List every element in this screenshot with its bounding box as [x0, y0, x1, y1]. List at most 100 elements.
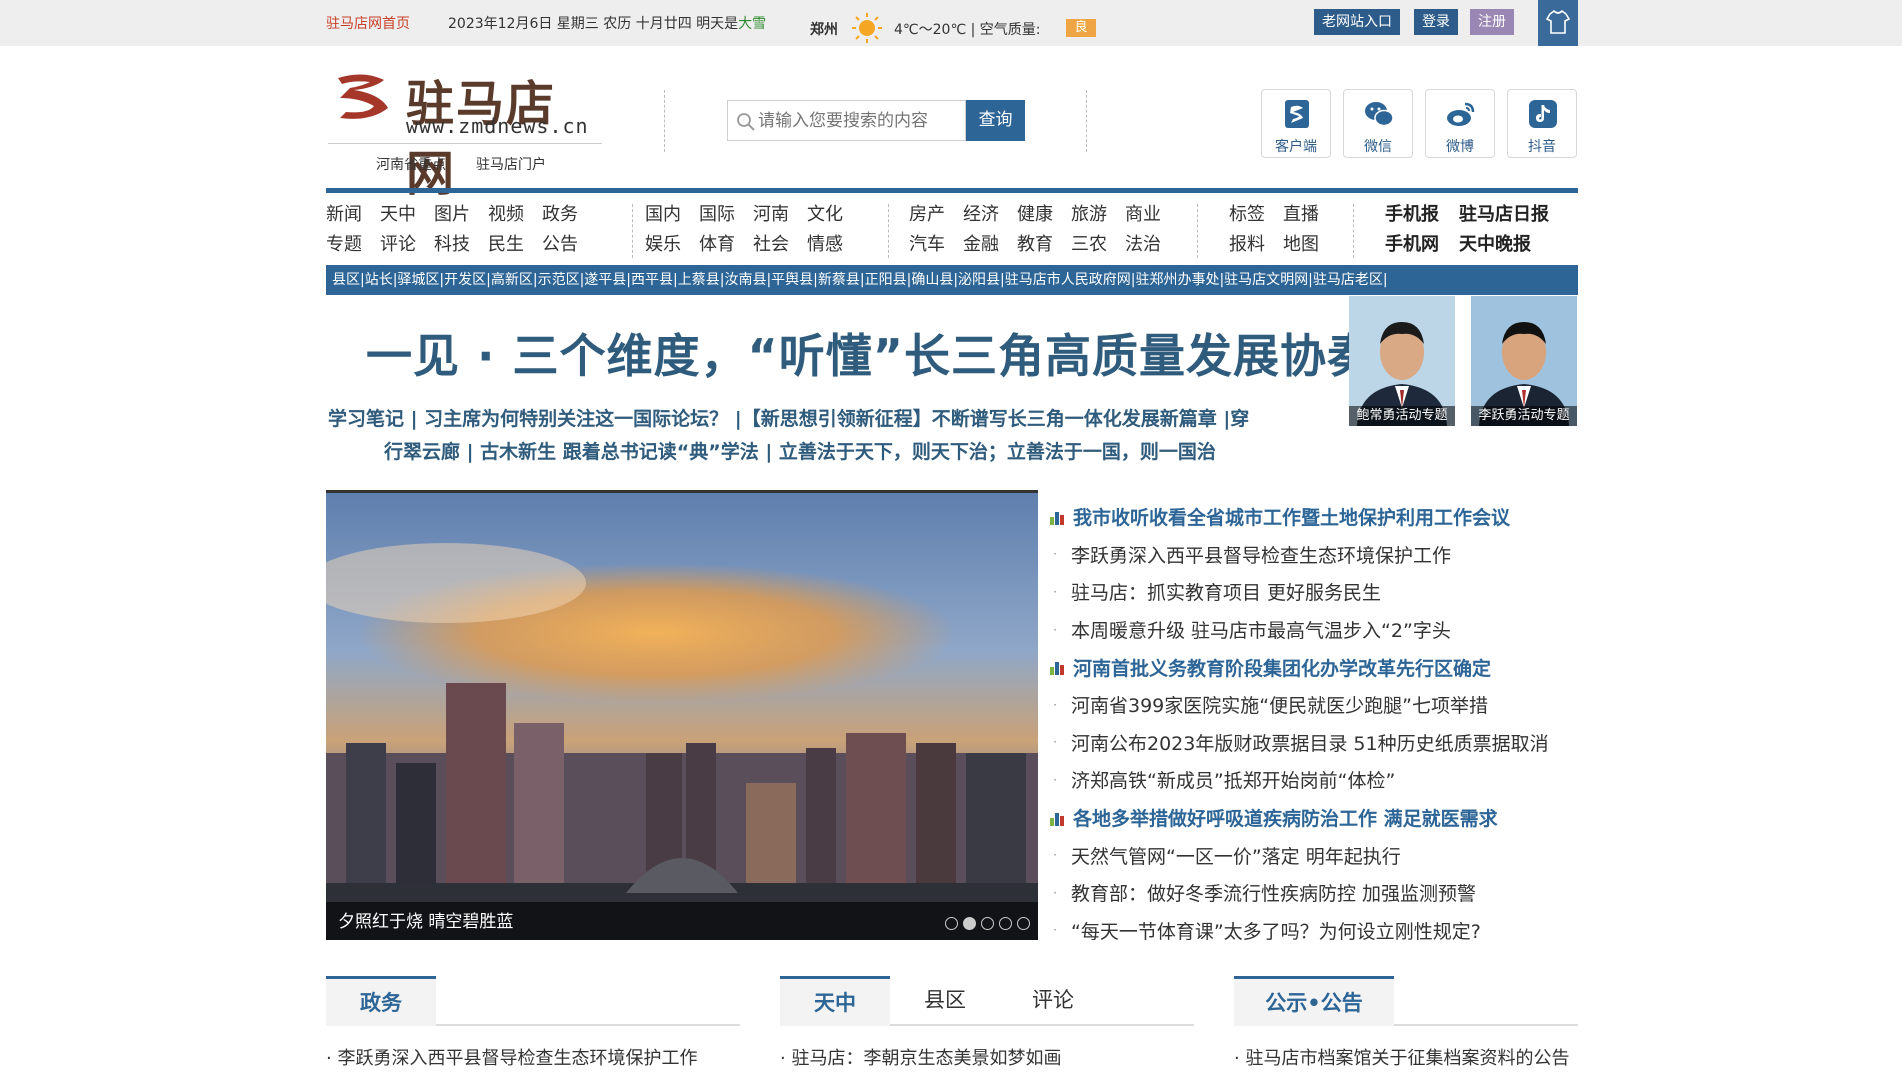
news-title: 各地多举措做好呼吸道疾病防治工作 满足就医需求	[1073, 808, 1498, 831]
nav-item[interactable]: 直播	[1283, 200, 1319, 230]
tab-politics[interactable]: 政务	[326, 976, 436, 1026]
nav-item[interactable]: 商业	[1125, 200, 1161, 230]
nav-item[interactable]: 国际	[699, 200, 735, 230]
nav-item[interactable]: 房产	[909, 200, 945, 230]
date-value: 2023年12月6日 星期三 农历 十月廿四 明天是	[448, 16, 739, 32]
slogan-2: 驻马店门户	[476, 157, 546, 173]
nav-row: 报料 地图	[1229, 230, 1337, 260]
carousel-dot[interactable]	[981, 917, 994, 930]
login-button[interactable]: 登录	[1414, 9, 1458, 35]
slide-caption: 夕照红于烧 晴空碧胜蓝	[338, 912, 514, 932]
nav-row: 手机报 驻马店日报	[1385, 200, 1569, 230]
nav-item[interactable]: 旅游	[1071, 200, 1107, 230]
carousel-dot-active[interactable]	[963, 917, 976, 930]
nav-item[interactable]: 民生	[488, 230, 524, 260]
nav-item[interactable]: 天中	[380, 200, 416, 230]
search-input[interactable]	[758, 109, 958, 133]
home-link[interactable]: 驻马店网首页	[326, 13, 410, 33]
list-item[interactable]: · 驻马店：李朝京生态美景如梦如画	[780, 1044, 1061, 1070]
tab-county[interactable]: 县区	[890, 976, 1000, 1026]
client-app-button[interactable]: 客户端	[1261, 89, 1331, 158]
tab-comment[interactable]: 评论	[998, 976, 1108, 1026]
headline-sub-2[interactable]: 行翠云廊 | 古木新生 跟着总书记读“典”学法 | 立善法于天下，则天下治；立善…	[384, 437, 1216, 464]
nav-item[interactable]: 标签	[1229, 200, 1265, 230]
nav-item[interactable]: 评论	[380, 230, 416, 260]
nav-item[interactable]: 体育	[699, 230, 735, 260]
news-lead-item[interactable]: 我市收听收看全省城市工作暨土地保护利用工作会议	[1049, 498, 1579, 536]
news-title: 本周暖意升级 驻马店市最高气温步入“2”字头	[1071, 620, 1451, 643]
news-item[interactable]: · 教育部：做好冬季流行性疾病防控 加强监测预警	[1049, 874, 1579, 912]
nav-item[interactable]: 三农	[1071, 230, 1107, 260]
bullet-icon: ·	[1053, 622, 1057, 637]
tab-tianzhong[interactable]: 天中	[780, 976, 890, 1026]
nav-item[interactable]: 驻马店日报	[1459, 200, 1549, 230]
nav-group-4: 标签 直播 报料 地图	[1229, 200, 1337, 260]
photo-carousel[interactable]: 夕照红于烧 晴空碧胜蓝	[326, 490, 1038, 940]
nav-item[interactable]: 新闻	[326, 200, 362, 230]
bar-chart-icon	[1050, 812, 1064, 826]
tab-notice[interactable]: 公示•公告	[1234, 976, 1394, 1026]
site-logo[interactable]: 驻马店网 www.zmdnews.cn	[328, 62, 602, 202]
headline-title[interactable]: 一见 · 三个维度，“听懂”长三角高质量发展协奏曲	[366, 320, 1421, 386]
register-button[interactable]: 注册	[1470, 9, 1514, 35]
nav-item[interactable]: 手机网	[1385, 230, 1439, 260]
nav-item[interactable]: 社会	[753, 230, 789, 260]
nav-row: 汽车 金融 教育 三农 法治	[909, 230, 1179, 260]
news-item[interactable]: · 李跃勇深入西平县督导检查生态环境保护工作	[1049, 536, 1579, 574]
nav-item[interactable]: 文化	[807, 200, 843, 230]
nav-item[interactable]: 国内	[645, 200, 681, 230]
nav-item[interactable]: 政务	[542, 200, 578, 230]
carousel-dot[interactable]	[1017, 917, 1030, 930]
nav-item[interactable]: 手机报	[1385, 200, 1439, 230]
nav-item[interactable]: 汽车	[909, 230, 945, 260]
headline-sub-1[interactable]: 学习笔记 | 习主席为何特别关注这一国际论坛？ |【新思想引领新征程】不断谱写长…	[328, 404, 1249, 431]
carousel-dot[interactable]	[999, 917, 1012, 930]
nav-item[interactable]: 娱乐	[645, 230, 681, 260]
nav-item[interactable]: 图片	[434, 200, 470, 230]
news-title: 河南首批义务教育阶段集团化办学改革先行区确定	[1073, 657, 1492, 680]
nav-item[interactable]: 法治	[1125, 230, 1161, 260]
carousel-dots	[940, 917, 1030, 930]
leader-photo-1[interactable]: 鲍常勇活动专题	[1349, 296, 1455, 426]
shirt-icon	[1545, 9, 1571, 34]
news-item[interactable]: · “每天一节体育课”太多了吗？为何设立刚性规定?	[1049, 912, 1579, 950]
old-site-button[interactable]: 老网站入口	[1314, 9, 1400, 35]
nav-item[interactable]: 健康	[1017, 200, 1053, 230]
news-item[interactable]: · 河南省399家医院实施“便民就医少跑腿”七项举措	[1049, 686, 1579, 724]
skin-button[interactable]	[1538, 0, 1578, 46]
list-item[interactable]: · 驻马店市档案馆关于征集档案资料的公告	[1234, 1044, 1569, 1070]
nav-item[interactable]: 科技	[434, 230, 470, 260]
wechat-button[interactable]: 微信	[1343, 89, 1413, 158]
nav-item[interactable]: 公告	[542, 230, 578, 260]
news-item[interactable]: · 济郑高铁“新成员”抵郑开始岗前“体检”	[1049, 761, 1579, 799]
county-links[interactable]: 县区|站长|驿城区|开发区|高新区|示范区|遂平县|西平县|上蔡县|汝南县|平舆…	[332, 272, 1388, 288]
nav-item[interactable]: 教育	[1017, 230, 1053, 260]
news-lead-item[interactable]: 各地多举措做好呼吸道疾病防治工作 满足就医需求	[1049, 799, 1579, 837]
news-item[interactable]: · 驻马店：抓实教育项目 更好服务民生	[1049, 573, 1579, 611]
weibo-icon	[1447, 102, 1475, 126]
carousel-dot[interactable]	[945, 917, 958, 930]
nav-item[interactable]: 经济	[963, 200, 999, 230]
news-item[interactable]: · 河南公布2023年版财政票据目录 51种历史纸质票据取消	[1049, 724, 1579, 762]
news-title: “每天一节体育课”太多了吗？为何设立刚性规定?	[1071, 920, 1481, 943]
nav-item[interactable]: 情感	[807, 230, 843, 260]
nav-item[interactable]: 金融	[963, 230, 999, 260]
bullet-icon: ·	[1053, 697, 1057, 712]
list-item[interactable]: · 李跃勇深入西平县督导检查生态环境保护工作	[326, 1044, 697, 1070]
nav-row: 标签 直播	[1229, 200, 1337, 230]
leader-photo-2[interactable]: 李跃勇活动专题	[1471, 296, 1577, 426]
nav-row: 新闻 天中 图片 视频 政务	[326, 200, 596, 230]
nav-top-bar	[326, 188, 1578, 193]
news-item[interactable]: · 本周暖意升级 驻马店市最高气温步入“2”字头	[1049, 611, 1579, 649]
nav-item[interactable]: 河南	[753, 200, 789, 230]
nav-item[interactable]: 地图	[1283, 230, 1319, 260]
weibo-button[interactable]: 微博	[1425, 89, 1495, 158]
news-item[interactable]: · 天然气管网“一区一价”落定 明年起执行	[1049, 836, 1579, 874]
news-lead-item[interactable]: 河南首批义务教育阶段集团化办学改革先行区确定	[1049, 648, 1579, 686]
nav-item[interactable]: 报料	[1229, 230, 1265, 260]
nav-item[interactable]: 天中晚报	[1459, 230, 1531, 260]
douyin-button[interactable]: 抖音	[1507, 89, 1577, 158]
nav-item[interactable]: 视频	[488, 200, 524, 230]
nav-item[interactable]: 专题	[326, 230, 362, 260]
search-button[interactable]: 查询	[966, 100, 1025, 141]
